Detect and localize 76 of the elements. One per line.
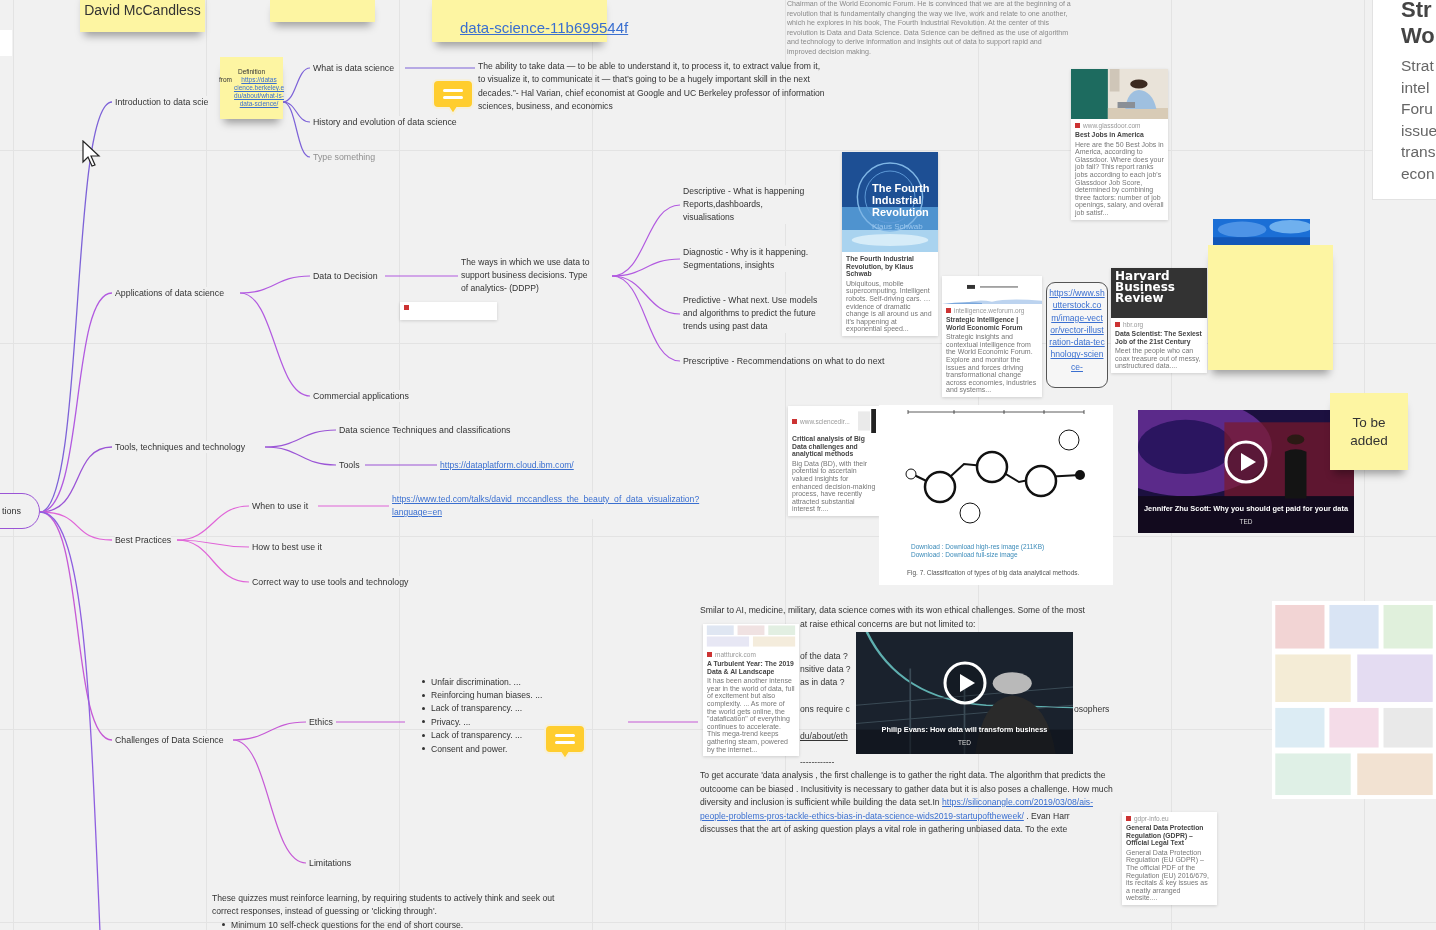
node-label: What is data science (313, 62, 395, 74)
cover-title: The Fourth Industrial Revolution (872, 182, 931, 218)
card-header: Harvard Business Review (1111, 268, 1207, 318)
node-note: The ways in which we use data to support business decisions. Type of analytics- (DDPP) (461, 256, 590, 295)
list-item: Lack of transparency. ... (431, 730, 523, 741)
bullet-icon (422, 720, 425, 724)
node-note: Diagnostic - Why is it happening. Segmentations, insights (683, 246, 809, 272)
card-description: Strat intel Foru issue trans econ (1401, 56, 1436, 184)
connector-line (404, 67, 476, 69)
text-fragment: Smilar to AI, medicine, military, data science comes with its won ethical challenges. Some of the most (700, 604, 1085, 617)
node-note: The ability to take data — to be able to understand it, to process it, to extract value from it, to visualize it, to communicate it — that’s going to be a hugely important skill in the next decades.”- Hal Varian, chief economist at Google and UC Berkeley professor of information sciences, business, and economics (478, 60, 825, 114)
list-item: Consent and power. (431, 743, 508, 754)
node-note: Descriptive - What is happening Reports,dashboards, visualisations (683, 185, 805, 224)
text-fragment: as in data ? (800, 676, 845, 689)
bullet-icon (422, 747, 425, 751)
connector-line (627, 721, 699, 723)
site-icon (404, 305, 409, 310)
node-label: When to use it (252, 500, 309, 512)
node-label: Limitations (309, 857, 352, 869)
text-fragment: ------------ (800, 756, 835, 769)
text-fragment: at raise ethical concerns are but not limited to: (800, 618, 976, 631)
text-fragment: of the data ? (800, 650, 848, 663)
bullet-icon (422, 693, 425, 697)
node-label: Correct way to use tools and technology (252, 576, 409, 588)
node-label: Ethics (309, 716, 333, 728)
text-fragment: osophers (1074, 703, 1110, 716)
bullet-icon (422, 706, 425, 710)
node-label: Tools (339, 459, 360, 471)
node-label: Introduction to data scie (115, 96, 209, 108)
node-label: Applications of data science (115, 287, 225, 299)
text-fragment: nsitive data ? (800, 663, 851, 676)
sticky-note: To be added (1330, 393, 1408, 470)
link[interactable]: du/about/eth (800, 730, 848, 744)
bullet-icon (222, 923, 225, 927)
link[interactable]: https://www.ted.com/talks/david_mccandless_the_beauty_of_data_visualization? language=en (392, 493, 700, 519)
link[interactable]: data-science-11b699544f (460, 19, 629, 36)
list-item: Unfair discrimination. ... (431, 676, 521, 687)
site-icon (1075, 123, 1080, 128)
play-icon[interactable] (1224, 439, 1268, 484)
text-fragment: ons require c (800, 703, 850, 716)
connector-line (335, 721, 406, 723)
link[interactable]: people-problems-pros-tackle-ethics-bias-in-data-science-wids2019-startupoftheweek/ (700, 810, 1024, 821)
node-label: Data to Decision (313, 270, 378, 282)
site-icon (1115, 322, 1120, 327)
link[interactable]: https://siliconangle.com/2019/03/08/ais- (942, 797, 1093, 807)
site-icon (1126, 816, 1131, 821)
list-item: Minimum 10 self-check questions for the end of short course. (231, 919, 464, 930)
node-label: Challenges of Data Science (115, 734, 224, 746)
bullet-icon (422, 680, 425, 684)
sticky-note: David McCandless (80, 0, 205, 32)
cover-author: Klaus Schwab (872, 221, 924, 233)
root-node: tions (0, 493, 40, 529)
site-icon (707, 652, 712, 657)
paragraph-text: These quizzes must reinforce learning, by requiring students to actively think and seek out correct responses, instead of guessing or 'clicking through'. (212, 892, 555, 919)
ethics-paragraph: To get accurate 'data analysis , the first challenge is to gather the right data. The algorithm that predicts the outcoome can be biased . Inclusitivity is necessary to gather data but it is also poses a challenge. How much diversity and inclusion is sufficient while building the data set.In https://siliconangle.com/2019/03/08/ais- people-problems-pros-tackle-ethics-bias-in-data-science-wids2019-startupoftheweek/ . Evan Harr discusses that the art of asking question plays a vital role in gathering unbiased data. To the exte (700, 769, 1113, 836)
node-label: Prescriptive - Recommendations on what to do next (683, 355, 885, 367)
site-icon (946, 308, 951, 313)
node-label: How to best use it (252, 541, 322, 553)
node-label: History and evolution of data science (313, 116, 457, 128)
link[interactable]: https://www.shutterstock.com/image-vector/vector-illustration-data-technology-science- (1046, 282, 1108, 388)
card-title: Str Wo (1401, 0, 1436, 49)
node-label: Data science Techniques and classifications (339, 424, 511, 436)
play-icon[interactable] (942, 661, 987, 706)
node-note: Predictive - What next. Use models and algorithms to predict the future trends using past data (683, 294, 818, 333)
list-item: Reinforcing human biases. ... (431, 690, 543, 701)
node-label: Commercial applications (313, 390, 409, 402)
bullet-icon (422, 733, 425, 737)
node-label: Tools, techniques and technology (115, 441, 246, 453)
list-item: Lack of transparency. ... (431, 703, 523, 714)
list-item: Privacy. ... (431, 716, 471, 727)
panel-edge (0, 30, 12, 56)
site-icon (792, 418, 797, 424)
cursor-icon (82, 140, 101, 168)
link[interactable]: https://dataplatform.cloud.ibm.com/ (440, 459, 574, 472)
placeholder-text[interactable]: Type something (313, 151, 376, 163)
node-label: Best Practices (115, 534, 172, 546)
